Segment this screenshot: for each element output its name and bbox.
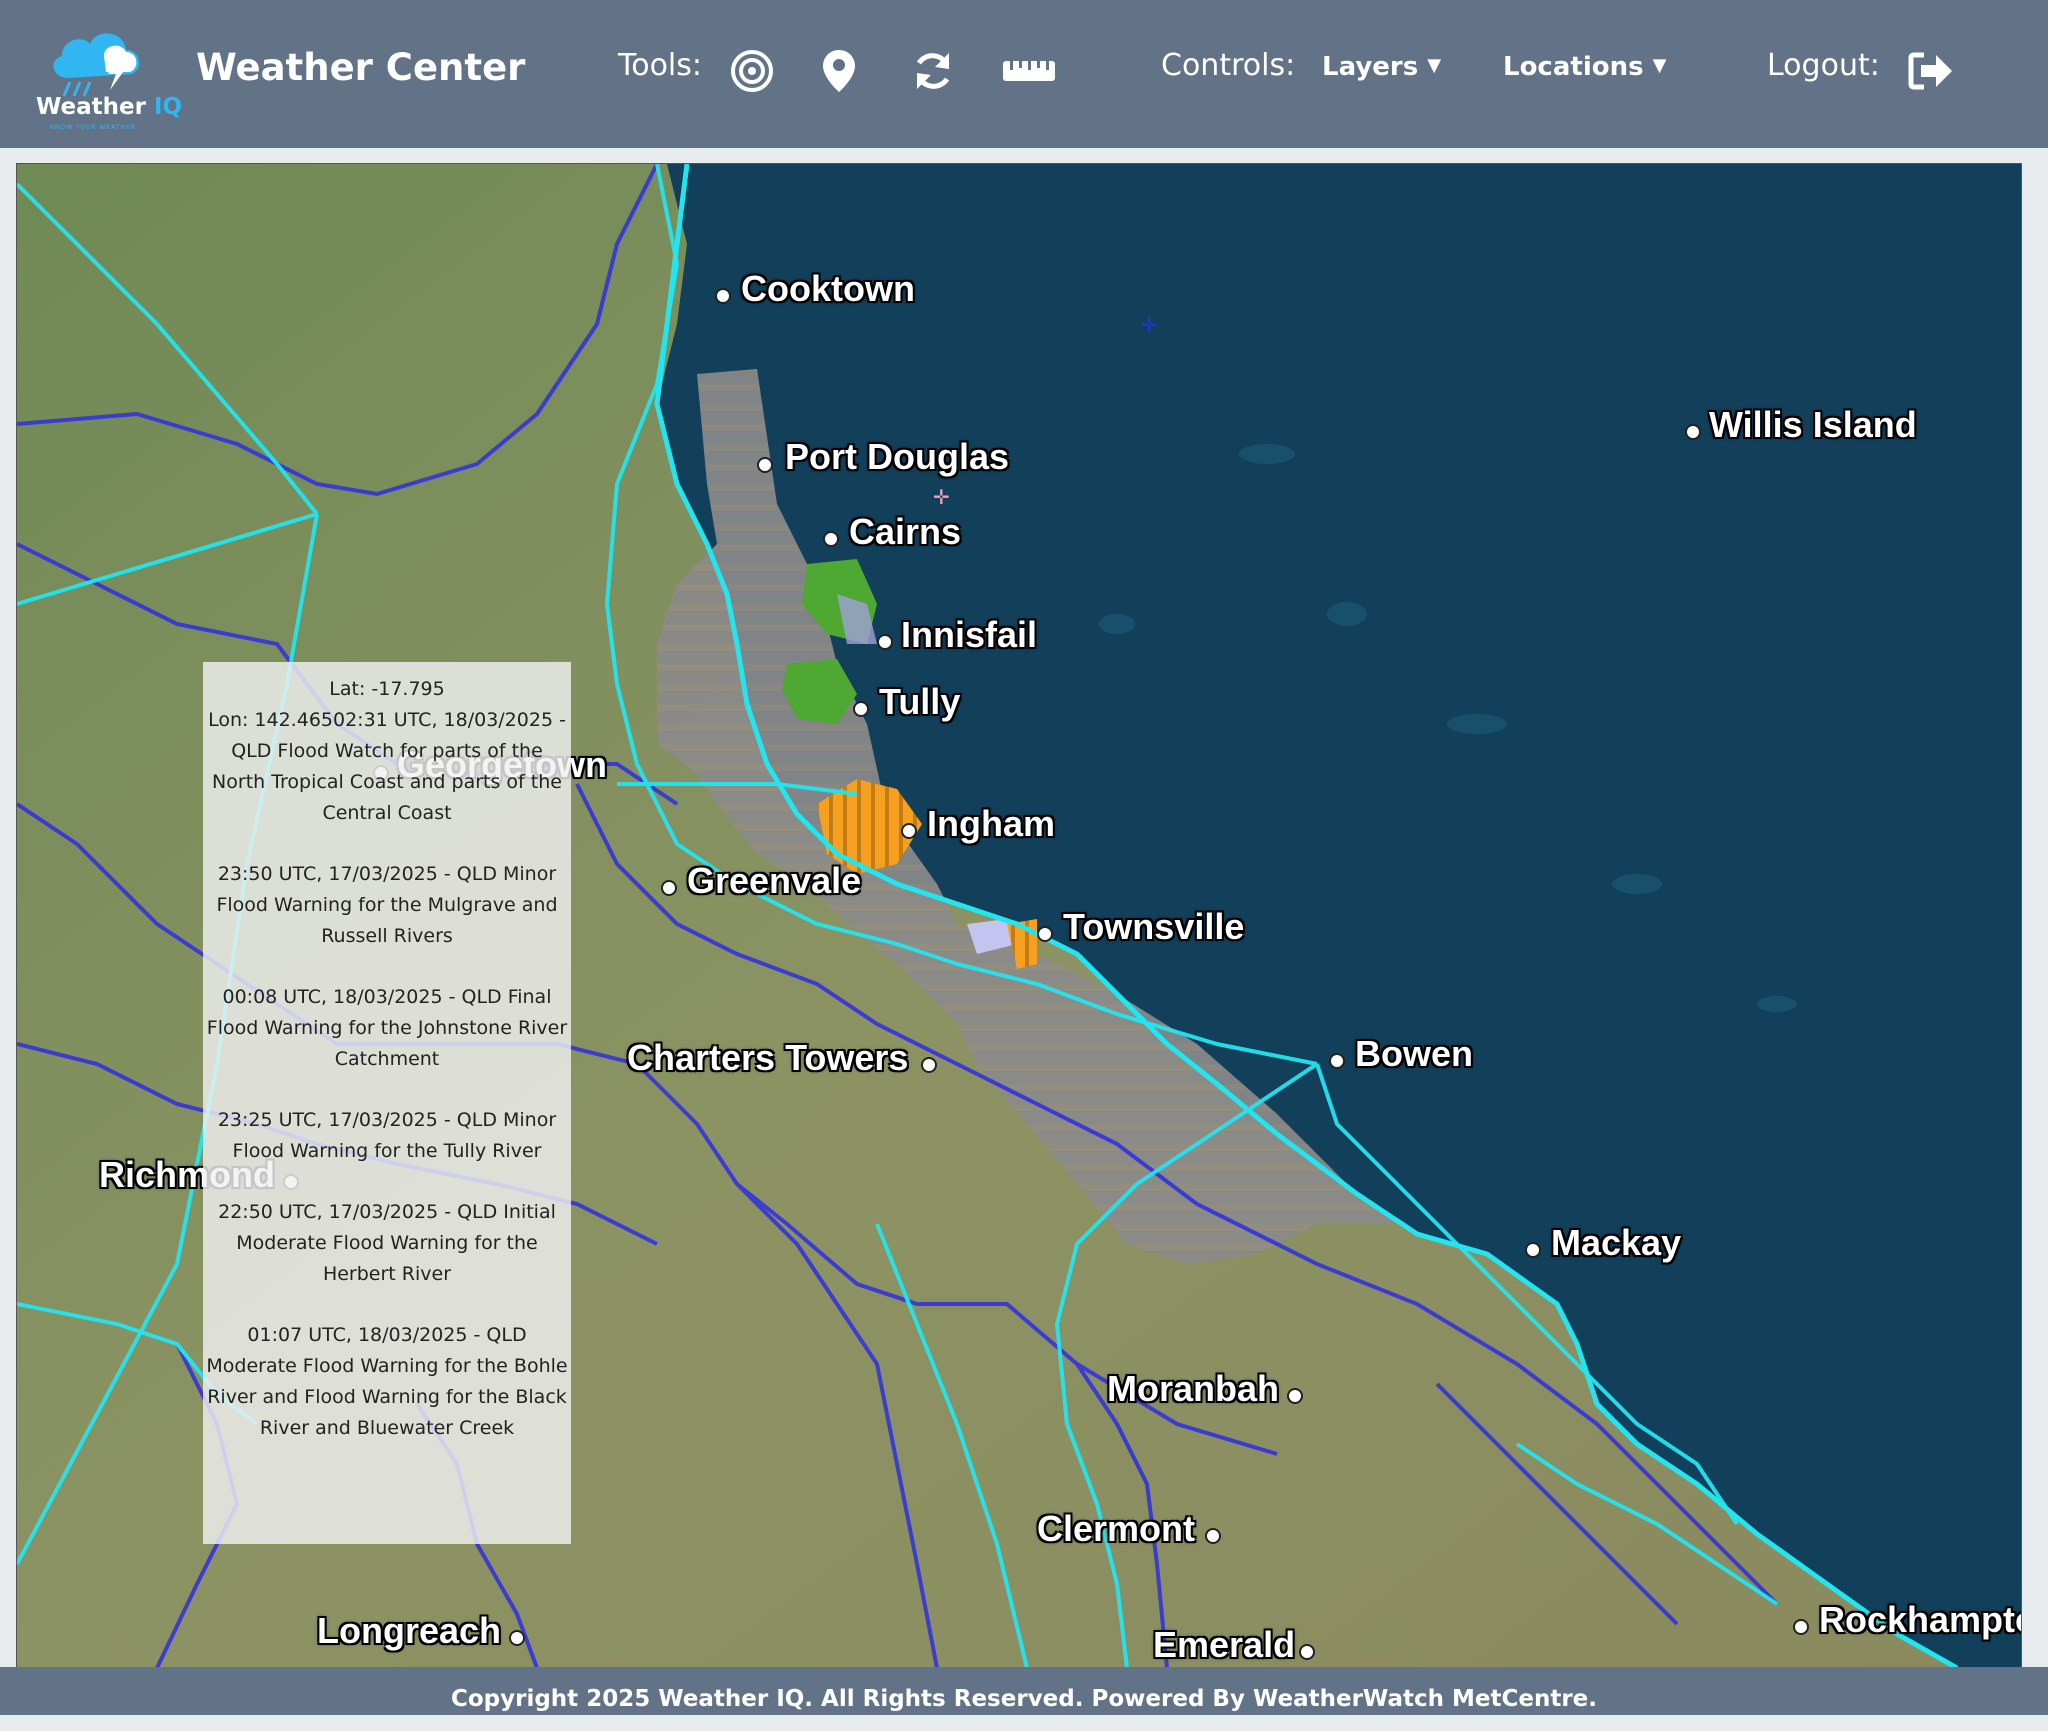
city-label-tully: Tully [879, 681, 961, 722]
city-dot[interactable] [1525, 1242, 1541, 1258]
target-tool-button[interactable] [724, 44, 780, 98]
city-dot[interactable] [921, 1057, 937, 1073]
warning-entry: 22:50 UTC, 17/03/2025 - QLD Initial Mode… [218, 1201, 556, 1285]
city-label-emerald: Emerald [1153, 1624, 1296, 1665]
city-dot[interactable] [853, 701, 869, 717]
info-coords: Lat: -17.795 [329, 678, 445, 700]
city-label-cooktown: Cooktown [741, 268, 915, 309]
logout-icon [1908, 52, 1952, 90]
copyright-text: Copyright 2025 Weather IQ. All Rights Re… [450, 1686, 1598, 1712]
logo-word-weather: Weather [36, 94, 154, 120]
caret-down-icon: ▼ [1652, 55, 1667, 76]
city-label-mackay: Mackay [1551, 1222, 1682, 1263]
refresh-icon [916, 53, 950, 89]
warning-info-panel: Lat: -17.795 Lon: 142.46502:31 UTC, 18/0… [203, 662, 571, 1544]
refresh-tool-button[interactable] [905, 44, 961, 98]
city-label-greenvale: Greenvale [687, 860, 862, 901]
city-dot[interactable] [509, 1630, 525, 1646]
logo-word-iq: IQ [154, 94, 183, 120]
city-label-cairns: Cairns [849, 511, 962, 552]
city-dot[interactable] [1793, 1619, 1809, 1635]
logo-tagline: KNOW YOUR WEATHER [50, 124, 137, 131]
app-title: Weather Center [196, 46, 526, 89]
city-label-clermont: Clermont [1037, 1508, 1196, 1549]
warning-entry: 01:07 UTC, 18/03/2025 - QLD Moderate Flo… [206, 1324, 568, 1439]
city-dot[interactable] [715, 288, 731, 304]
city-label-innisfail: Innisfail [901, 614, 1038, 655]
caret-down-icon: ▼ [1427, 55, 1442, 76]
logout-button[interactable] [1903, 44, 1959, 98]
layers-dropdown[interactable]: Layers ▼ [1322, 52, 1441, 82]
city-label-bowen: Bowen [1355, 1033, 1474, 1074]
locations-label: Locations [1503, 52, 1644, 82]
city-dot[interactable] [877, 634, 893, 650]
svg-text:✛: ✛ [1141, 313, 1158, 337]
city-dot[interactable] [901, 823, 917, 839]
city-label-port-douglas: Port Douglas [785, 436, 1010, 477]
map-pin-icon [823, 50, 855, 92]
city-dot[interactable] [1205, 1528, 1221, 1544]
city-dot[interactable] [1685, 424, 1701, 440]
controls-label: Controls: [1161, 48, 1296, 83]
target-icon [731, 50, 773, 92]
logout-label: Logout: [1767, 48, 1880, 83]
city-dot[interactable] [757, 457, 773, 473]
page-footer: Copyright 2025 Weather IQ. All Rights Re… [0, 1667, 2048, 1715]
ruler-icon [1003, 61, 1055, 81]
warning-entry: 23:50 UTC, 17/03/2025 - QLD Minor Flood … [216, 863, 558, 947]
city-dot[interactable] [1299, 1644, 1315, 1660]
warning-entry: 23:25 UTC, 17/03/2025 - QLD Minor Flood … [217, 1109, 557, 1162]
city-dot[interactable] [1287, 1388, 1303, 1404]
city-dot[interactable] [823, 531, 839, 547]
tools-label: Tools: [618, 48, 703, 83]
layers-label: Layers [1322, 52, 1419, 82]
warning-entry: Lon: 142.46502:31 UTC, 18/03/2025 - QLD … [208, 709, 566, 824]
city-label-rockhampton: Rockhampton [1819, 1599, 2021, 1640]
warning-entry: 00:08 UTC, 18/03/2025 - QLD Final Flood … [206, 986, 568, 1070]
city-label-longreach: Longreach [317, 1610, 502, 1651]
city-dot[interactable] [661, 880, 677, 896]
city-label-charters-towers: Charters Towers [627, 1037, 909, 1078]
city-label-townsville: Townsville [1063, 906, 1245, 947]
measure-tool-button[interactable] [1001, 44, 1057, 98]
city-label-willis-island: Willis Island [1709, 404, 1917, 445]
location-tool-button[interactable] [811, 44, 867, 98]
app-header: Weather IQ KNOW YOUR WEATHER Weather Cen… [0, 0, 2048, 148]
city-dot[interactable] [1037, 926, 1053, 942]
city-label-ingham: Ingham [927, 803, 1056, 844]
weather-map[interactable]: ✛ ✛ Cooktown Port Douglas Cairns Willis … [16, 163, 2022, 1669]
logo-wordmark: Weather IQ [36, 94, 182, 120]
locations-dropdown[interactable]: Locations ▼ [1503, 52, 1666, 82]
city-dot[interactable] [1329, 1053, 1345, 1069]
svg-text:✛: ✛ [933, 485, 950, 509]
city-label-moranbah: Moranbah [1107, 1368, 1280, 1409]
